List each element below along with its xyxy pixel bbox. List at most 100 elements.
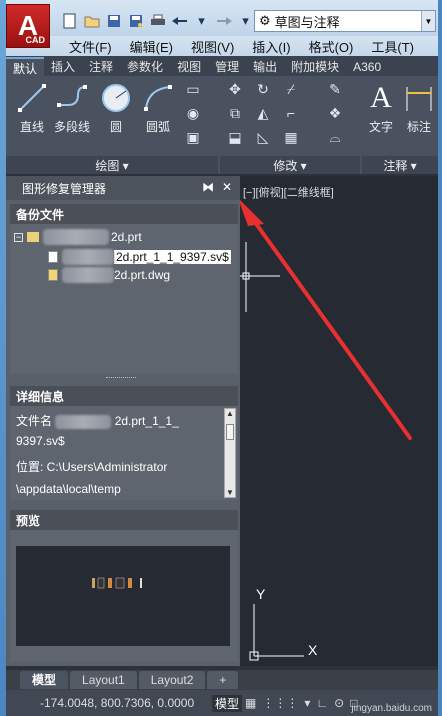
tab-addins[interactable]: 附加模块 [284, 57, 346, 76]
menu-file[interactable]: 文件(F) [60, 37, 121, 56]
redo-dropdown-icon[interactable]: ▾ [236, 12, 255, 31]
menu-format[interactable]: 格式(O) [300, 37, 363, 56]
scroll-up-icon[interactable]: ▲ [225, 409, 235, 418]
draw-group: 直线 多段线 圆 圆弧 ▭ ◉ ▣ 绘图 ▾ [6, 76, 218, 174]
scroll-down-icon[interactable]: ▼ [225, 488, 235, 497]
trim-icon[interactable]: ⌿ [282, 80, 300, 98]
details-scrollbar[interactable]: ▲ ▼ [224, 408, 236, 498]
redacted-region [62, 267, 114, 283]
auto-hide-icon[interactable]: ⧓ [202, 180, 214, 194]
tree-item-dwg-file[interactable]: 2d.prt.dwg [48, 266, 170, 284]
new-icon[interactable] [60, 12, 79, 31]
polyline-tool[interactable]: 多段线 [50, 82, 94, 135]
save-icon[interactable] [104, 12, 123, 31]
tab-a360[interactable]: A360 [346, 57, 388, 76]
tab-insert[interactable]: 插入 [44, 57, 82, 76]
palette-header: 图形修复管理器 ⧓ ✕ [6, 176, 240, 200]
tree-item-sv-file[interactable]: 2d.prt_1_1_9397.sv$ [48, 248, 236, 266]
arc-tool[interactable]: 圆弧 [136, 82, 180, 135]
canvas-graphics [240, 200, 412, 661]
menu-edit[interactable]: 编辑(E) [121, 37, 182, 56]
tab-layout2[interactable]: Layout2 [138, 671, 206, 689]
draw-group-title[interactable]: 绘图 ▾ [6, 156, 218, 174]
tab-model[interactable]: 模型 [20, 671, 69, 689]
rectangle-icon[interactable]: ▭ [184, 80, 202, 98]
layout-tabs: 模型 Layout1 Layout2 + [6, 670, 438, 690]
circle-icon [100, 82, 132, 114]
text-icon: A [370, 81, 392, 114]
annotate-group-title[interactable]: 注释 ▾ [362, 156, 438, 174]
tree-item-root[interactable]: − 2d.prt [14, 228, 142, 246]
tree-item-dwg-file-label: 2d.prt.dwg [114, 268, 171, 282]
ortho-icon[interactable]: ∟ [313, 696, 331, 710]
tab-view[interactable]: 视图 [170, 57, 208, 76]
dimension-icon [403, 82, 435, 114]
rotate-icon[interactable]: ↻ [254, 80, 272, 98]
tab-annotate[interactable]: 注释 [82, 57, 120, 76]
menu-bar: 文件(F) 编辑(E) 视图(V) 插入(I) 格式(O) 工具(T) [6, 36, 438, 56]
backup-files-title: 备份文件 [10, 204, 238, 224]
line-tool-label: 直线 [19, 120, 44, 134]
circle-tool[interactable]: 圆 [94, 82, 138, 135]
copy-icon[interactable]: ⧉ [226, 104, 244, 122]
tab-manage[interactable]: 管理 [208, 57, 246, 76]
modify-group-title[interactable]: 修改 ▾ [220, 156, 360, 174]
title-bar: ▾ ▾ ⚙ 草图与注释 ▼ [6, 0, 438, 40]
menu-view[interactable]: 视图(V) [182, 37, 243, 56]
collapse-icon[interactable]: − [14, 232, 23, 242]
close-icon[interactable]: ✕ [222, 180, 232, 194]
open-icon[interactable] [82, 12, 101, 31]
details-filename-label: 文件名 [16, 414, 53, 428]
snap-dropdown-icon[interactable]: ▾ [301, 696, 313, 710]
scale-icon[interactable]: ◺ [254, 128, 272, 146]
erase-icon[interactable]: ✎ [326, 80, 344, 98]
fillet-icon[interactable]: ⌐ [282, 104, 300, 122]
details-location: 位置: C:\Users\Administrator [16, 460, 168, 474]
explode-icon[interactable]: ❖ [326, 104, 344, 122]
redo-icon[interactable] [214, 12, 233, 31]
workspace-select[interactable]: ⚙ 草图与注释 ▼ [254, 10, 436, 32]
text-tool[interactable]: A 文字 [362, 81, 400, 135]
polyline-icon [56, 82, 88, 114]
undo-icon[interactable] [170, 12, 189, 31]
scroll-thumb[interactable] [226, 424, 234, 440]
menu-tools[interactable]: 工具(T) [362, 37, 423, 56]
line-tool[interactable]: 直线 [10, 82, 54, 135]
save-as-icon[interactable] [126, 12, 145, 31]
drawing-recovery-manager: 图形修复管理器 ⧓ ✕ 备份文件 − 2d.prt 2d.prt_1_1_939… [6, 176, 240, 666]
undo-dropdown-icon[interactable]: ▾ [192, 12, 211, 31]
details-filename-value: 2d.prt_1_1_ [114, 414, 179, 428]
array-icon[interactable]: ▦ [282, 128, 300, 146]
hatch-icon[interactable]: ◉ [184, 104, 202, 122]
tab-output[interactable]: 输出 [246, 57, 284, 76]
dimension-tool[interactable]: 标注 [400, 82, 438, 135]
quick-access-toolbar: ▾ ▾ [60, 10, 255, 32]
mirror-icon[interactable]: ◭ [254, 104, 272, 122]
stretch-icon[interactable]: ⬓ [226, 128, 244, 146]
model-space-button[interactable]: 模型 [212, 694, 243, 712]
drawing-canvas[interactable]: [−][俯视][二维线框] Y X [240, 176, 438, 666]
add-layout-button[interactable]: + [207, 671, 239, 689]
tab-default[interactable]: 默认 [6, 57, 45, 76]
grid-icon[interactable]: ▦ [242, 696, 259, 710]
tab-layout1[interactable]: Layout1 [70, 671, 137, 689]
polar-icon[interactable]: ⊙ [331, 696, 347, 710]
circle-tool-label: 圆 [109, 120, 122, 134]
snap-icon[interactable]: ⋮⋮⋮ [259, 696, 301, 710]
annotation-arrowhead [240, 200, 264, 226]
region-icon[interactable]: ▣ [184, 128, 202, 146]
application-menu-button[interactable]: A CAD [6, 4, 50, 48]
app-logo-sub: CAD [25, 35, 46, 45]
ribbon-panel: 直线 多段线 圆 圆弧 ▭ ◉ ▣ 绘图 ▾ ✥ ↻ ⌿ ✎ ⧉ ◭ ⌐ ❖ ⬓… [6, 76, 438, 174]
move-icon[interactable]: ✥ [226, 80, 244, 98]
splitter-handle[interactable] [106, 377, 136, 381]
print-icon[interactable] [148, 12, 167, 31]
details-location-cont: \appdata\local\temp [16, 482, 121, 496]
offset-icon[interactable]: ⌓ [326, 128, 344, 146]
tab-parametric[interactable]: 参数化 [120, 57, 170, 76]
preview-drawing [92, 577, 142, 589]
annotation-arrow-shaft [250, 216, 412, 440]
menu-insert[interactable]: 插入(I) [243, 37, 299, 56]
text-tool-label: 文字 [368, 120, 393, 134]
coordinate-readout: -174.0048, 800.7306, 0.0000 [40, 696, 195, 710]
